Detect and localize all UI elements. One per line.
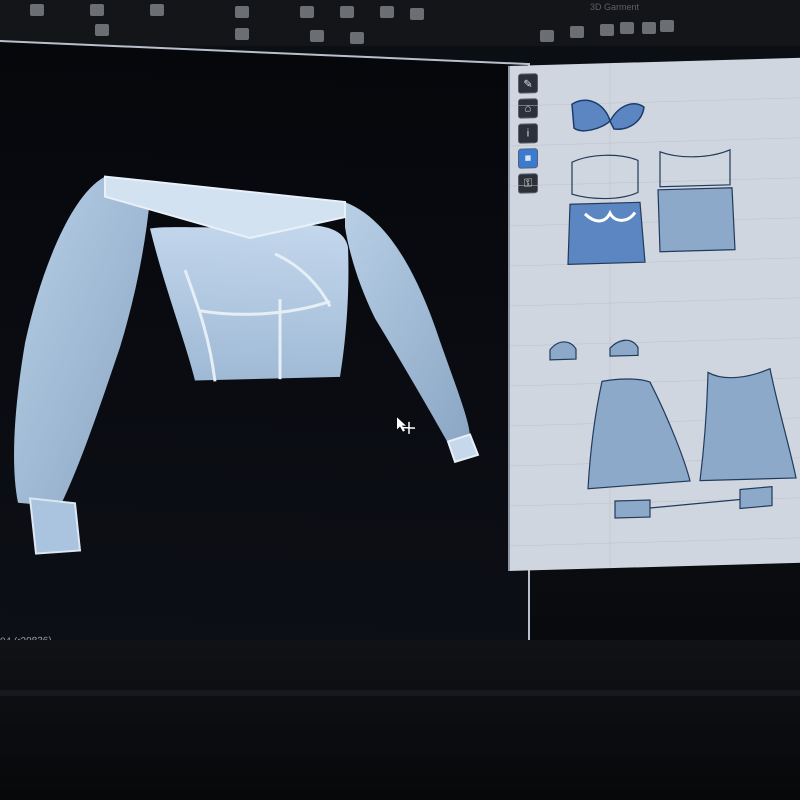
sleeve-cap-pieces xyxy=(549,339,639,361)
bezel-ridge xyxy=(0,690,800,696)
pattern-select-icon[interactable] xyxy=(540,30,554,42)
pattern-toolbar xyxy=(500,0,800,42)
monitor-bezel xyxy=(0,640,800,800)
select-icon[interactable] xyxy=(235,6,249,18)
pattern-point-icon[interactable] xyxy=(600,24,614,36)
pattern-internal-icon[interactable] xyxy=(660,20,674,32)
pattern-rect-icon[interactable] xyxy=(642,22,656,34)
pattern-curve-icon[interactable] xyxy=(620,22,634,34)
pattern-pieces xyxy=(510,63,800,569)
measure-icon[interactable] xyxy=(310,30,324,42)
garment-render xyxy=(14,175,480,555)
3d-viewport[interactable] xyxy=(0,40,530,666)
right-sleeve xyxy=(345,202,470,447)
left-sleeve xyxy=(14,176,150,507)
left-cuff xyxy=(28,497,82,555)
front-bodice-pieces xyxy=(567,154,646,265)
2d-pattern-window[interactable]: ✎ ⌂ i ■ ⚿ xyxy=(508,57,800,571)
pin-icon[interactable] xyxy=(150,4,164,16)
arrange-icon[interactable] xyxy=(235,28,249,40)
pattern-edit-icon[interactable] xyxy=(570,26,584,38)
rotate-icon[interactable] xyxy=(90,4,104,16)
move-cursor-icon xyxy=(397,417,415,434)
sewing-icon[interactable] xyxy=(380,6,394,18)
cuff-pieces xyxy=(614,485,773,519)
monitor-screen: 3D Garment ✔ xyxy=(0,0,800,800)
brush-icon[interactable] xyxy=(300,6,314,18)
avatar-icon[interactable] xyxy=(410,8,424,20)
fold-icon[interactable] xyxy=(340,6,354,18)
back-bodice-piece xyxy=(657,148,736,253)
wind-icon[interactable] xyxy=(350,32,364,44)
window-title: 3D Garment xyxy=(590,2,640,12)
bodice xyxy=(150,225,349,381)
sleeve-pieces xyxy=(587,367,797,490)
cloth-icon[interactable] xyxy=(95,24,109,36)
move-icon[interactable] xyxy=(30,4,44,16)
